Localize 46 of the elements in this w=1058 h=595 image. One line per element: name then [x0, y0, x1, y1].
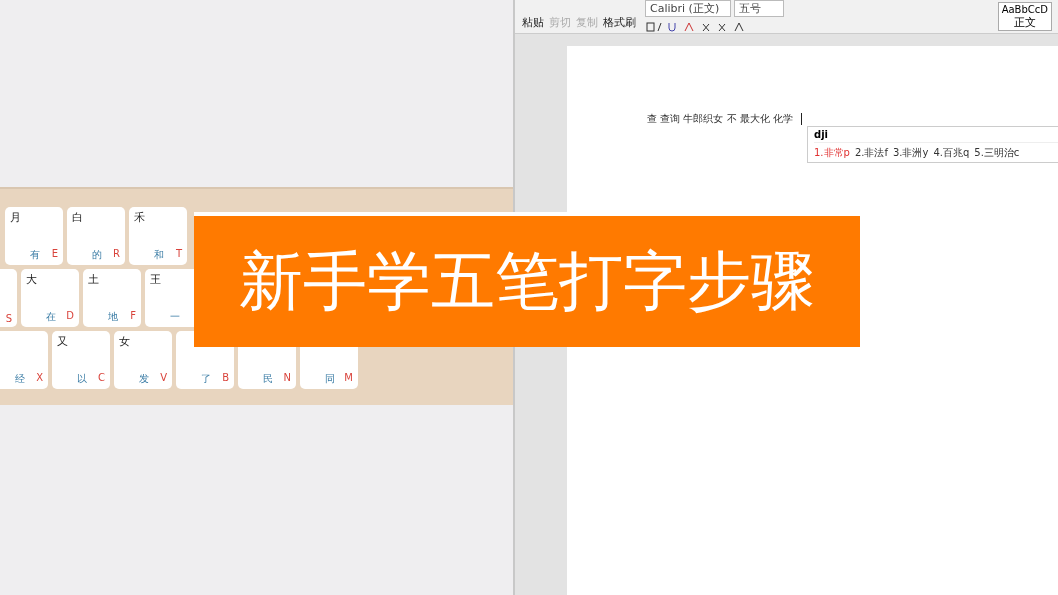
- key-letter: R: [113, 248, 120, 261]
- key-letter: T: [175, 248, 182, 261]
- key-letter: X: [36, 372, 43, 385]
- style-name: 正文: [1013, 15, 1036, 31]
- key-letter: E: [51, 248, 58, 261]
- key-letter: F: [130, 310, 136, 323]
- key-word: 发: [139, 372, 150, 386]
- clipboard-button[interactable]: 格式刷: [602, 14, 637, 31]
- key-word: 地: [108, 310, 119, 324]
- key-word: 和: [154, 248, 165, 262]
- key-letter: C: [98, 372, 105, 385]
- key-letter: B: [222, 372, 229, 385]
- style-sample: AaBbCcD: [1001, 2, 1048, 16]
- size-dropdown[interactable]: 五号: [734, 0, 784, 17]
- key-word: 了: [201, 372, 212, 386]
- key-root: 土: [88, 272, 100, 287]
- key-root: 又: [57, 334, 69, 349]
- key-root: 白: [72, 210, 84, 225]
- key-letter: D: [66, 310, 74, 323]
- key-letter: M: [344, 372, 353, 385]
- ime-candidate[interactable]: 1.非常p: [814, 146, 850, 160]
- document-text: 查 查询 牛郎织女 不 最大化 化学: [647, 112, 793, 126]
- key-word: 在: [46, 310, 57, 324]
- style-preview[interactable]: AaBbCcD 正文: [997, 1, 1052, 32]
- key-root: 禾: [134, 210, 146, 225]
- key-word: 的: [92, 248, 103, 262]
- key-word: 同: [325, 372, 336, 386]
- key-word: 有: [30, 248, 41, 262]
- ime-candidate[interactable]: 5.三明治c: [974, 146, 1020, 160]
- text-caret: [800, 113, 802, 125]
- key-root: 女: [119, 334, 131, 349]
- ime-candidate[interactable]: 2.非法f: [854, 146, 888, 160]
- key-word: 以: [77, 372, 88, 386]
- key-word: 民: [263, 372, 274, 386]
- ime-candidate[interactable]: 3.非洲y: [892, 146, 929, 160]
- key-root: 大: [26, 272, 38, 287]
- key-letter: V: [160, 372, 167, 385]
- ime-candidate[interactable]: 4.百兆q: [933, 146, 970, 160]
- key-letter: S: [5, 313, 12, 324]
- key-word: 经: [15, 372, 26, 386]
- key-root: 王: [150, 272, 162, 287]
- key-letter: N: [283, 372, 291, 385]
- clipboard-button[interactable]: 粘贴: [521, 14, 545, 31]
- font-dropdown[interactable]: Calibri (正文): [645, 0, 731, 17]
- key-word: 一: [170, 310, 181, 324]
- key-root: 月: [10, 210, 22, 225]
